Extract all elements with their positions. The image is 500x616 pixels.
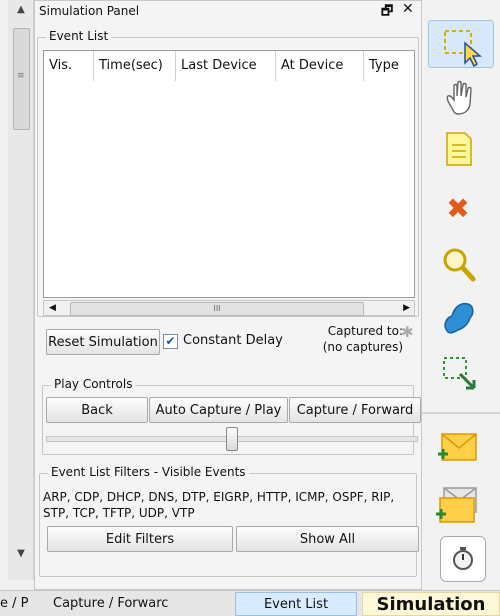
outer-vertical-scrollbar[interactable]: ▲ ≡ ▼	[8, 0, 34, 580]
scroll-right-icon[interactable]: ▶	[403, 301, 410, 315]
delete-icon: ✖	[446, 191, 470, 225]
scrollbar-thumb[interactable]: ≡	[13, 28, 30, 130]
capture-forward-button[interactable]: Capture / Forward	[289, 397, 421, 423]
select-tool-button[interactable]	[428, 20, 494, 68]
close-icon[interactable]: ✕	[402, 1, 414, 17]
captured-value: (no captures)	[322, 340, 403, 354]
column-header-last-device[interactable]: Last Device	[176, 51, 276, 81]
constant-delay-label: Constant Delay	[183, 333, 283, 348]
event-list-horizontal-scrollbar[interactable]: ◀ III ▶	[43, 300, 415, 316]
restore-window-icon[interactable]: 🗗	[381, 2, 393, 24]
draw-shape-tool[interactable]	[436, 298, 480, 338]
resize-shape-tool[interactable]	[436, 352, 480, 392]
event-list-table[interactable]: Vis. Time(sec) Last Device At Device Typ…	[43, 50, 415, 298]
hand-move-icon	[446, 80, 472, 115]
delete-tool[interactable]: ✖	[436, 188, 480, 228]
event-list-group: Event List Vis. Time(sec) Last Device At…	[37, 29, 419, 317]
play-controls-title: Play Controls	[51, 377, 136, 391]
scroll-left-icon[interactable]: ◀	[49, 301, 56, 315]
show-all-button[interactable]: Show All	[236, 526, 419, 552]
tab-simulation[interactable]: Simulation	[362, 592, 500, 616]
horizontal-scroll-thumb[interactable]: III	[70, 302, 364, 316]
stopwatch-icon	[453, 547, 473, 570]
add-simple-pdu-icon	[438, 433, 477, 461]
note-icon	[446, 132, 472, 166]
simulation-panel: Simulation Panel 🗗 ✕ Event List Vis. Tim…	[34, 0, 422, 590]
auto-capture-play-button[interactable]: Auto Capture / Play	[149, 397, 288, 423]
panel-title: Simulation Panel	[39, 4, 140, 18]
constant-delay-checkbox[interactable]: ✔	[163, 334, 178, 349]
scroll-up-icon[interactable]: ▲	[8, 4, 34, 15]
event-list-title: Event List	[46, 29, 112, 43]
tab-realtime[interactable]: e / P	[0, 596, 28, 611]
event-filters-title: Event List Filters - Visible Events	[48, 465, 249, 479]
add-complex-pdu-icon	[436, 487, 477, 523]
edit-filters-button[interactable]: Edit Filters	[47, 526, 233, 552]
resize-icon	[443, 357, 476, 390]
grip-icon: ≡	[17, 71, 25, 81]
column-header-at-device[interactable]: At Device	[276, 51, 364, 81]
column-header-type[interactable]: Type	[364, 51, 416, 81]
capture-window-tool[interactable]	[440, 536, 486, 582]
tab-capture-forward[interactable]: Capture / Forwarc	[53, 596, 168, 611]
reset-simulation-button[interactable]: Reset Simulation	[46, 329, 160, 355]
select-icon	[444, 30, 483, 68]
add-complex-pdu-tool[interactable]	[436, 484, 480, 524]
captured-to-label: Captured to:	[327, 324, 403, 338]
inspect-tool[interactable]	[436, 244, 480, 284]
draw-shape-icon	[444, 302, 474, 334]
captured-star-icon: ✱	[401, 323, 414, 341]
place-note-tool[interactable]	[436, 129, 480, 169]
scroll-down-icon[interactable]: ▼	[8, 548, 34, 559]
move-layout-tool[interactable]	[436, 78, 480, 118]
inspect-icon	[443, 248, 476, 282]
right-toolbar: ✖	[422, 0, 500, 590]
visible-events-list: ARP, CDP, DHCP, DNS, DTP, EIGRP, HTTP, I…	[43, 490, 395, 520]
play-speed-slider-thumb[interactable]	[226, 427, 238, 451]
add-simple-pdu-tool[interactable]	[436, 428, 480, 468]
tab-event-list[interactable]: Event List	[235, 592, 357, 616]
back-button[interactable]: Back	[46, 397, 148, 423]
toolbar-divider	[422, 412, 500, 414]
column-header-vis[interactable]: Vis.	[44, 51, 94, 81]
column-header-time[interactable]: Time(sec)	[94, 51, 176, 81]
